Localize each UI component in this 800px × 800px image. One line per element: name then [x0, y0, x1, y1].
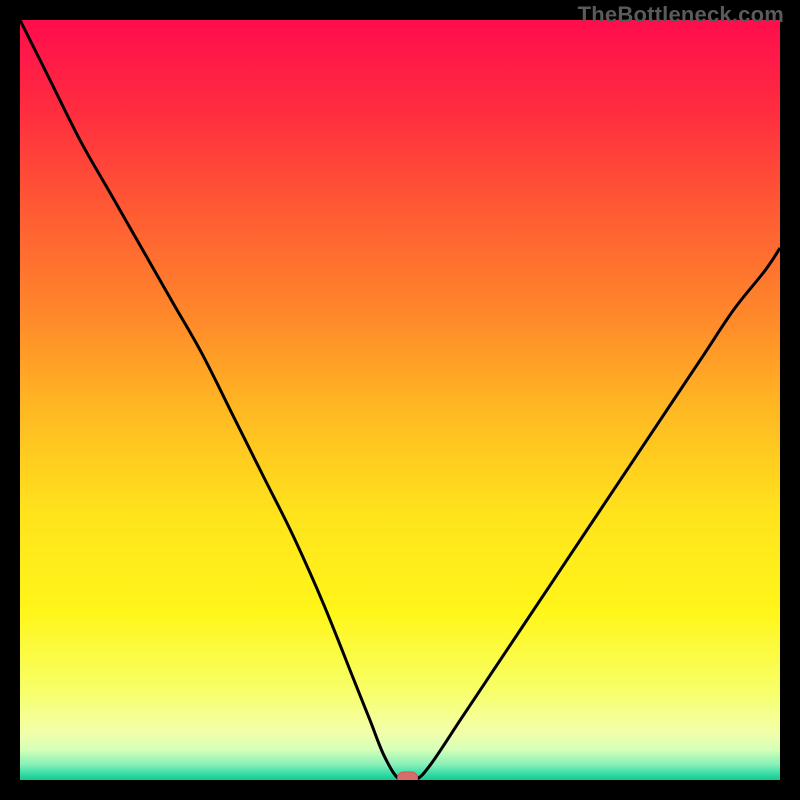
bottleneck-plot — [20, 20, 780, 780]
gradient-background — [20, 20, 780, 780]
plot-svg — [20, 20, 780, 780]
watermark-text: TheBottleneck.com — [578, 2, 784, 28]
chart-frame: TheBottleneck.com — [0, 0, 800, 800]
optimal-marker — [398, 772, 418, 780]
